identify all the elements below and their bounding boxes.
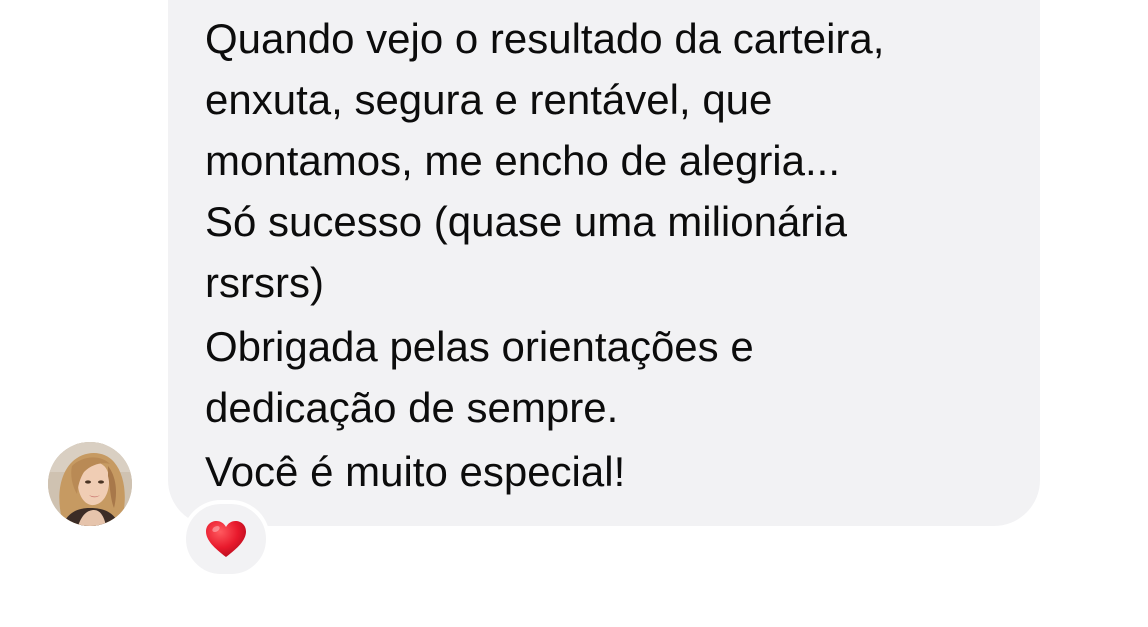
avatar-photo <box>48 442 132 526</box>
message-bubble[interactable]: Quando vejo o resultado da carteira, enx… <box>168 0 1040 526</box>
message-line: enxuta, segura e rentável, que <box>205 76 773 123</box>
message-line: rsrsrs) <box>205 259 324 306</box>
message-line: Só sucesso (quase uma milionária <box>205 198 847 245</box>
message-line: montamos, me encho de alegria... <box>205 137 841 184</box>
message-paragraph: Quando vejo o resultado da carteira, enx… <box>205 8 1025 313</box>
message-text: Quando vejo o resultado da carteira, enx… <box>205 8 1025 502</box>
sender-avatar[interactable] <box>48 442 132 526</box>
message-line: Obrigada pelas orientações e <box>205 323 754 370</box>
message-line: Você é muito especial! <box>205 448 626 495</box>
message-line: dedicação de sempre. <box>205 384 619 431</box>
message-line: Quando vejo o resultado da carteira, <box>205 15 885 62</box>
reaction-badge[interactable] <box>182 500 270 578</box>
red-heart-icon <box>206 521 246 557</box>
chat-thread: Quando vejo o resultado da carteira, enx… <box>0 0 1148 627</box>
message-paragraph: Obrigada pelas orientações e dedicação d… <box>205 316 1025 438</box>
message-paragraph: Você é muito especial! <box>205 441 1025 502</box>
